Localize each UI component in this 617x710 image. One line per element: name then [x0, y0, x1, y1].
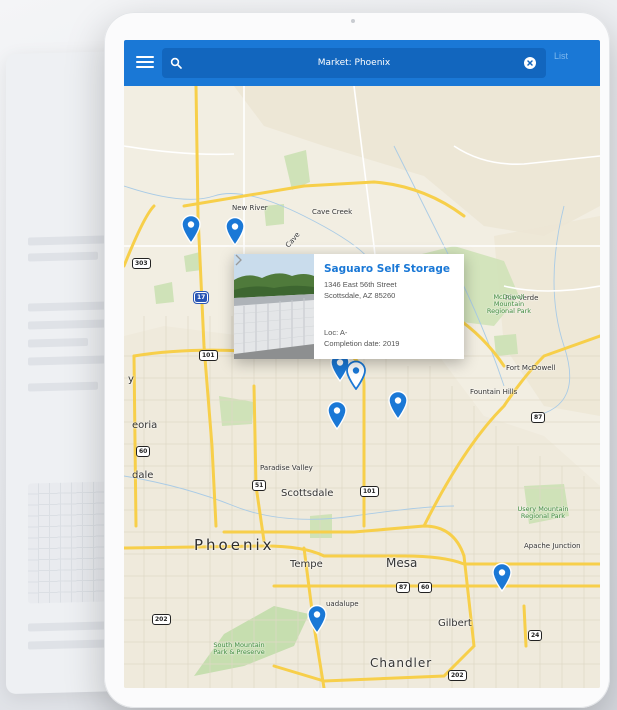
label-phoenix: Phoenix — [194, 536, 275, 554]
chevron-right-icon[interactable] — [234, 254, 242, 266]
clear-search-icon[interactable] — [524, 57, 536, 69]
shield-loop-101-east: 101 — [360, 486, 379, 497]
shield-az-51: 51 — [252, 480, 267, 491]
label-fort-mcdowell: Fort McDowell — [506, 364, 556, 372]
storage-facility-photo — [234, 254, 314, 359]
facility-address-line2: Scottsdale, AZ 85260 — [324, 291, 396, 300]
location-popup-card[interactable]: Saguaro Self Storage 1346 East 56th Stre… — [234, 254, 464, 359]
shield-az-60-west: 60 — [136, 446, 151, 457]
selected-location-pin[interactable] — [345, 360, 367, 390]
placeholder-bar — [28, 251, 98, 262]
shield-az-24: 24 — [528, 630, 543, 641]
location-pin[interactable] — [180, 214, 202, 244]
location-pin[interactable] — [224, 216, 246, 246]
location-pin[interactable] — [387, 390, 409, 420]
label-apache-junction: Apache Junction — [524, 542, 581, 550]
search-field[interactable]: Market: Phoenix — [162, 48, 546, 78]
shield-az-87-south: 87 — [396, 582, 411, 593]
shield-loop-202-west: 202 — [152, 614, 171, 625]
facility-loc: Loc: A- — [324, 328, 348, 337]
label-peoria: eoria — [132, 420, 158, 431]
shield-loop-202-south: 202 — [448, 670, 467, 681]
menu-button[interactable] — [136, 53, 154, 71]
location-pin[interactable] — [306, 604, 328, 634]
app-header: Market: Phoenix List — [124, 40, 600, 86]
facility-name[interactable]: Saguaro Self Storage — [324, 263, 450, 275]
shield-i17: 17 — [194, 292, 209, 303]
label-fragment: y — [128, 374, 134, 385]
hamburger-icon — [136, 56, 154, 58]
camera-dot — [351, 19, 355, 23]
label-paradise-valley: Paradise Valley — [260, 464, 313, 472]
label-south-mountain-park: South Mountain Park & Preserve — [213, 641, 265, 657]
label-scottsdale: Scottsdale — [281, 488, 334, 499]
map-view[interactable]: New River Cave Creek Rio Verde Fort McDo… — [124, 86, 600, 688]
label-mesa: Mesa — [386, 556, 418, 570]
label-gilbert: Gilbert — [438, 618, 472, 629]
location-pin[interactable] — [491, 562, 513, 592]
label-fountain-hills: Fountain Hills — [470, 388, 518, 396]
app-screen: Market: Phoenix List New River Cave Cree… — [124, 40, 600, 688]
label-cave-creek: Cave Creek — [312, 208, 353, 216]
facility-completion-date: Completion date: 2019 — [324, 339, 400, 348]
shield-loop-101-north: 101 — [199, 350, 218, 361]
facility-address-line1: 1346 East 56th Street — [324, 280, 397, 289]
placeholder-bar — [28, 319, 112, 330]
list-view-link[interactable]: List — [554, 41, 568, 71]
label-mcdowell-park: McDowell Mountain Regional Park — [486, 293, 532, 316]
label-glendale: dale — [132, 470, 154, 481]
placeholder-bar — [28, 381, 98, 392]
location-pin[interactable] — [326, 400, 348, 430]
label-usery-park: Usery Mountain Regional Park — [517, 505, 569, 521]
label-guadalupe: uadalupe — [326, 600, 359, 608]
shield-us-60: 60 — [418, 582, 433, 593]
label-chandler: Chandler — [370, 656, 433, 670]
shield-az-87-north: 87 — [531, 412, 546, 423]
label-new-river: New River — [232, 204, 268, 212]
label-tempe: Tempe — [290, 559, 323, 570]
search-input-value[interactable]: Market: Phoenix — [202, 48, 506, 78]
placeholder-bar — [28, 639, 108, 650]
placeholder-bar — [28, 337, 88, 348]
search-icon — [170, 57, 182, 69]
shield-loop-303: 303 — [132, 258, 151, 269]
